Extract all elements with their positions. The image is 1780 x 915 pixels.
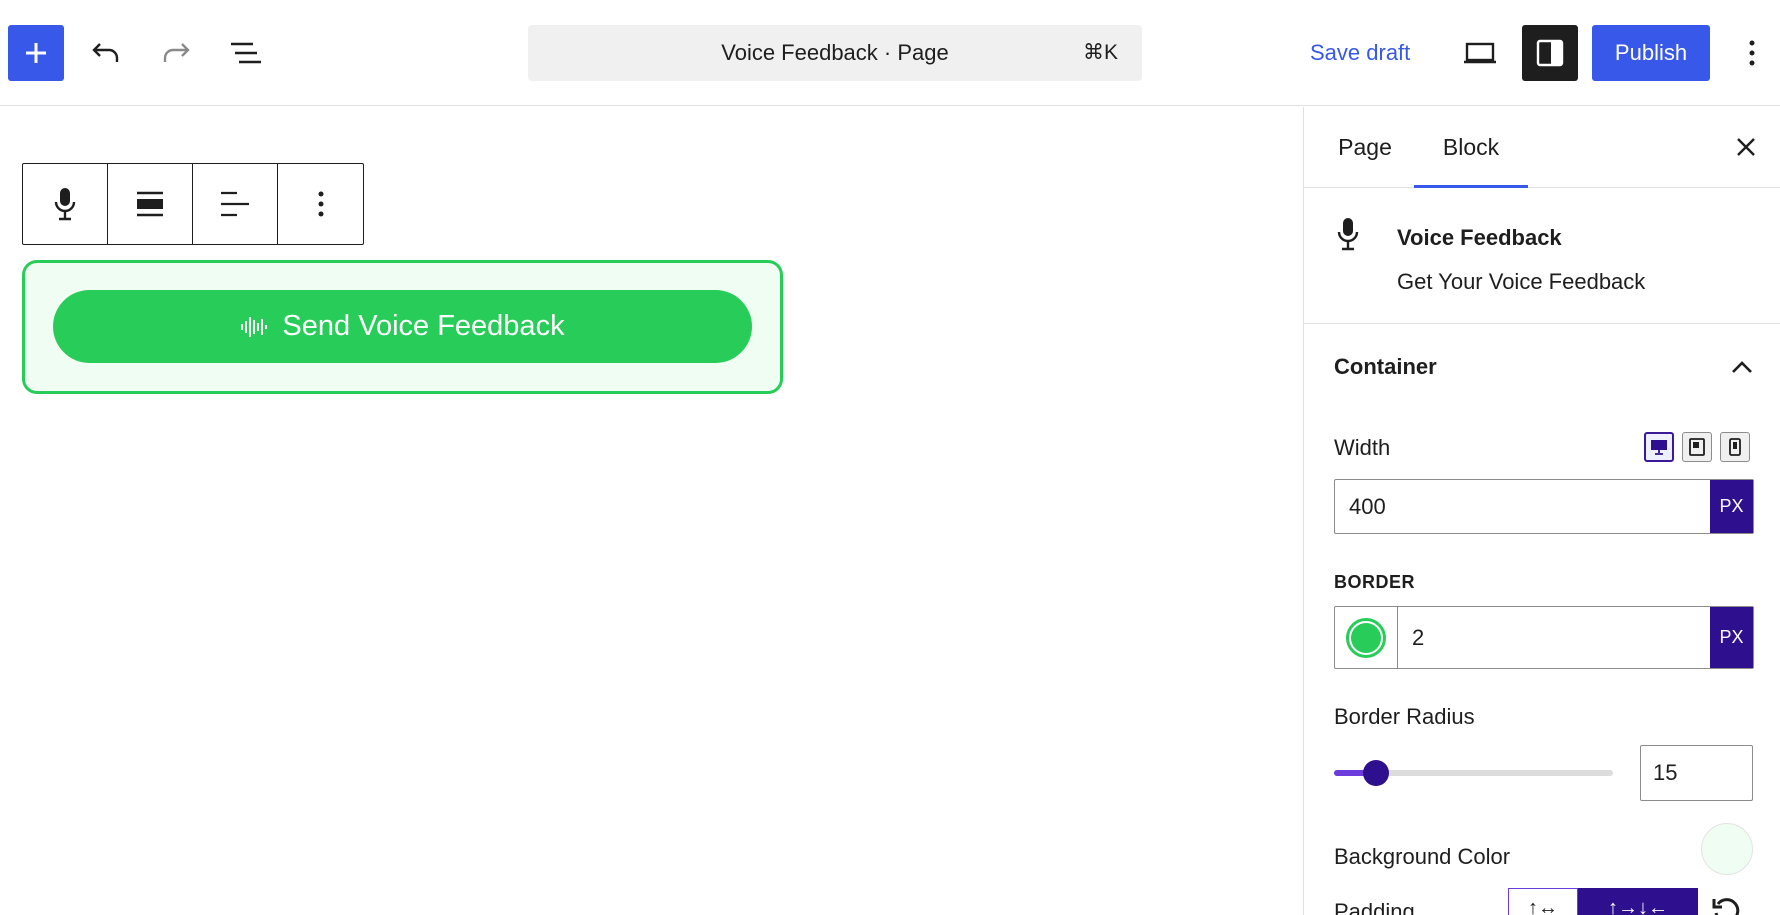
block-options-button[interactable] xyxy=(278,164,363,244)
width-label: Width xyxy=(1334,435,1391,460)
arrows-separate-icon: ↑→↓← xyxy=(1608,896,1668,915)
desktop-icon xyxy=(1651,440,1667,455)
more-vertical-icon xyxy=(1749,40,1755,66)
container-panel-title[interactable]: Container xyxy=(1334,354,1437,380)
document-title: Voice Feedback · Page xyxy=(721,40,949,65)
border-radius-slider[interactable] xyxy=(1334,760,1613,786)
settings-sidebar: Page Block Voice Feedback Get Your Voice… xyxy=(1303,107,1780,915)
device-tablet-button[interactable] xyxy=(1682,432,1712,462)
undo-icon xyxy=(92,43,119,62)
slider-thumb[interactable] xyxy=(1362,760,1389,786)
padding-linked-button[interactable]: ↑↔ xyxy=(1508,888,1578,915)
document-overview-button[interactable] xyxy=(218,25,274,81)
padding-label: Padding xyxy=(1334,899,1415,915)
publish-button[interactable]: Publish xyxy=(1592,25,1710,81)
block-toolbar xyxy=(22,163,364,245)
button-label: Send Voice Feedback xyxy=(282,310,565,342)
background-color-label: Background Color xyxy=(1334,844,1511,869)
border-color-picker[interactable] xyxy=(1335,607,1398,668)
chevron-up-icon xyxy=(1732,361,1752,373)
undo-button[interactable] xyxy=(78,25,134,81)
device-switcher xyxy=(1644,432,1750,462)
block-title: Voice Feedback xyxy=(1397,225,1562,250)
send-voice-feedback-button[interactable]: Send Voice Feedback xyxy=(53,290,752,363)
options-button[interactable] xyxy=(1724,25,1780,81)
width-unit-select[interactable]: PX xyxy=(1710,480,1753,533)
close-sidebar-button[interactable] xyxy=(1724,125,1768,169)
save-draft-button[interactable]: Save draft xyxy=(1300,25,1420,81)
mobile-icon xyxy=(1729,438,1741,456)
settings-sidebar-button[interactable] xyxy=(1522,25,1578,81)
border-input-group: 2 PX xyxy=(1334,606,1754,669)
more-vertical-icon xyxy=(318,191,323,217)
border-radius-input[interactable]: 15 xyxy=(1640,745,1753,801)
microphone-icon xyxy=(1336,217,1360,256)
voice-feedback-container[interactable]: Send Voice Feedback xyxy=(22,260,783,394)
plus-icon xyxy=(26,43,46,63)
border-label: BORDER xyxy=(1334,572,1416,592)
block-description: Get Your Voice Feedback xyxy=(1397,269,1646,294)
tab-block[interactable]: Block xyxy=(1414,107,1528,188)
border-radius-label: Border Radius xyxy=(1334,704,1475,729)
sidebar-settings-icon xyxy=(1536,39,1564,67)
arrows-linked-icon: ↑↔ xyxy=(1528,896,1558,915)
preview-device-button[interactable] xyxy=(1452,25,1508,81)
text-align-button[interactable] xyxy=(193,164,278,244)
padding-separate-button[interactable]: ↑→↓← xyxy=(1578,888,1698,915)
editor-top-bar: Voice Feedback · Page ⌘K Save draft Publ… xyxy=(0,0,1780,106)
tablet-icon xyxy=(1689,438,1705,456)
microphone-icon xyxy=(54,188,76,221)
redo-icon xyxy=(163,43,190,62)
command-palette-bar[interactable]: Voice Feedback · Page ⌘K xyxy=(528,25,1142,81)
padding-reset-button[interactable] xyxy=(1708,893,1744,915)
device-desktop-button[interactable] xyxy=(1644,432,1674,462)
close-icon xyxy=(1737,138,1755,156)
width-input[interactable]: 400 xyxy=(1335,480,1710,533)
block-card: Voice Feedback Get Your Voice Feedback xyxy=(1304,189,1780,324)
panel-toggle-button[interactable] xyxy=(1722,347,1762,387)
desktop-view-icon xyxy=(1464,42,1496,64)
list-view-icon xyxy=(231,42,261,64)
background-color-swatch[interactable] xyxy=(1701,823,1753,875)
keyboard-shortcut: ⌘K xyxy=(1082,41,1118,64)
border-unit-select[interactable]: PX xyxy=(1710,607,1753,668)
block-align-button[interactable] xyxy=(108,164,193,244)
device-mobile-button[interactable] xyxy=(1720,432,1750,462)
redo-button[interactable] xyxy=(148,25,204,81)
tab-page[interactable]: Page xyxy=(1320,107,1410,188)
text-align-left-icon xyxy=(221,191,249,217)
padding-mode-toggle: ↑↔ ↑→↓← xyxy=(1508,888,1698,915)
border-color-swatch xyxy=(1346,617,1386,658)
align-center-icon xyxy=(137,191,163,217)
block-type-button[interactable] xyxy=(23,164,108,244)
add-block-button[interactable] xyxy=(8,25,64,81)
reset-icon xyxy=(1712,898,1740,915)
border-width-input[interactable]: 2 xyxy=(1398,607,1710,668)
sound-wave-icon xyxy=(240,315,268,339)
sidebar-tabs: Page Block xyxy=(1304,107,1780,188)
width-input-group: 400 PX xyxy=(1334,479,1754,534)
editor-canvas: Send Voice Feedback xyxy=(0,107,1303,915)
